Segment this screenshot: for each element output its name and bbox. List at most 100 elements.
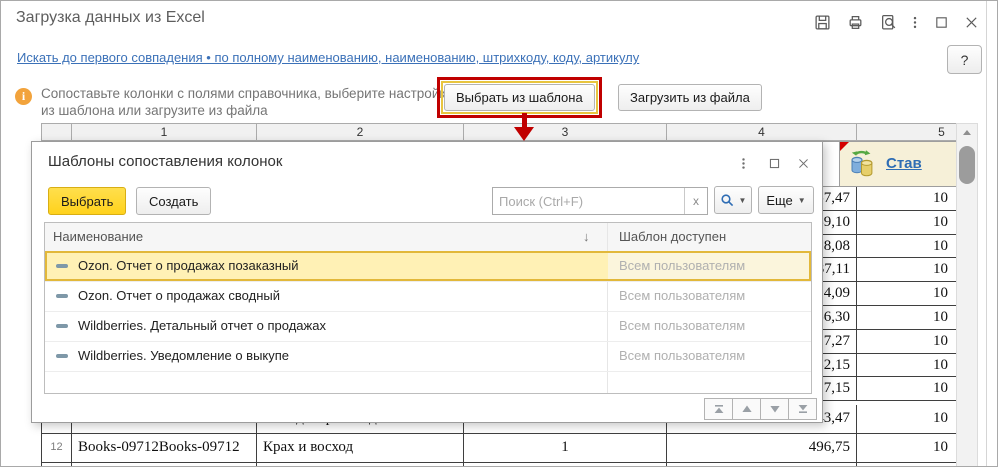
select-from-template-button[interactable]: Выбрать из шаблона — [444, 84, 595, 111]
rate-cell — [856, 463, 956, 466]
template-dash-icon — [56, 264, 68, 268]
search-clear-button[interactable]: x — [684, 188, 707, 214]
template-row-3[interactable]: Wildberries. Детальный отчет о продажах В… — [45, 311, 811, 342]
title-cell — [256, 463, 463, 466]
qty-cell: 1 — [463, 434, 666, 463]
go-first-icon — [714, 405, 723, 413]
sort-descending-icon: ↓ — [583, 229, 590, 244]
templates-table-header: Наименование ↓ Шаблон доступен — [45, 223, 811, 252]
preview-button[interactable] — [878, 12, 898, 32]
dialog-title: Шаблоны сопоставления колонок — [48, 153, 283, 170]
rate-cell: 10 — [856, 405, 956, 434]
template-name: Ozon. Отчет о продажах позаказный — [78, 258, 299, 273]
excel-import-window: Загрузка данных из Excel Искать до перво… — [0, 0, 998, 467]
maximize-button[interactable] — [931, 12, 951, 32]
print-button[interactable] — [845, 12, 865, 32]
more-icon — [913, 16, 917, 28]
template-name: Ozon. Отчет о продажах сводный — [78, 288, 280, 303]
search-input[interactable] — [493, 188, 679, 214]
qty-cell — [463, 463, 666, 466]
scrollbar-thumb[interactable] — [959, 146, 975, 184]
templates-table: Наименование ↓ Шаблон доступен Ozon. Отч… — [44, 222, 812, 394]
rownum-cell: 12 — [41, 434, 71, 463]
rate-cell: 10 — [856, 210, 956, 235]
page-title: Загрузка данных из Excel — [16, 9, 205, 26]
more-actions-button[interactable]: Еще ▼ — [758, 186, 814, 214]
search-options-button[interactable]: ▼ — [714, 186, 752, 214]
close-button[interactable] — [961, 12, 981, 32]
code-cell: Books-09712Books-09712 — [71, 434, 256, 463]
go-up-icon — [741, 405, 752, 412]
bg-column-header-4[interactable]: 4 — [666, 123, 857, 141]
scroll-up-icon[interactable] — [957, 124, 977, 140]
title-cell: Крах и восход — [256, 434, 463, 463]
bg-table-row[interactable]: 12 Books-09712Books-09712 Крах и восход 1 49… — [1, 434, 956, 463]
dialog-create-button[interactable]: Создать — [136, 187, 212, 215]
annotation-arrow — [522, 113, 527, 127]
template-name: Wildberries. Уведомление о выкупе — [78, 348, 290, 363]
search-field: x — [492, 187, 708, 215]
amount-cell — [666, 463, 856, 466]
rate-cell: 10 — [856, 353, 956, 378]
info-message: Сопоставьте колонки с полями справочника… — [41, 85, 452, 119]
more-menu-button[interactable] — [908, 12, 922, 32]
print-icon — [849, 15, 861, 29]
list-navigation — [704, 398, 817, 420]
dialog-select-button[interactable]: Выбрать — [48, 187, 127, 215]
access-column-header[interactable]: Шаблон доступен — [619, 223, 726, 251]
name-column-header[interactable]: Наименование — [53, 223, 143, 251]
template-dash-icon — [56, 324, 68, 328]
help-button[interactable]: ? — [947, 45, 982, 74]
bg-column-header-5[interactable]: 5 — [856, 123, 956, 141]
template-dash-icon — [56, 354, 68, 358]
template-row-4[interactable]: Wildberries. Уведомление о выкупе Всем по… — [45, 341, 811, 372]
rate-cell: 10 — [856, 306, 956, 330]
bg-column-header-1[interactable]: 1 — [71, 123, 257, 141]
code-cell — [71, 463, 256, 466]
go-first-button[interactable] — [704, 398, 733, 420]
template-row-1[interactable]: Ozon. Отчет о продажах позаказный Всем по… — [45, 251, 811, 282]
rate-cell: 10 — [856, 434, 956, 463]
rate-cell: 10 — [856, 282, 956, 306]
info-message-line2: из шаблона или загрузите из файла — [41, 103, 268, 118]
more-icon — [741, 157, 745, 169]
dialog-close-button[interactable] — [794, 154, 812, 172]
go-last-button[interactable] — [788, 398, 817, 420]
bg-column-header-3[interactable]: 3 — [463, 123, 667, 141]
info-icon: i — [15, 88, 32, 105]
load-from-file-button[interactable]: Загрузить из файла — [618, 84, 762, 111]
vertical-scrollbar[interactable] — [956, 123, 978, 466]
maximize-icon — [935, 16, 947, 28]
template-access: Всем пользователям — [619, 318, 746, 333]
bg-column-header-rownum[interactable] — [41, 123, 72, 141]
go-down-button[interactable] — [760, 398, 789, 420]
close-icon — [965, 16, 977, 28]
panel-separator — [986, 1, 987, 466]
template-access: Всем пользователям — [619, 258, 746, 273]
templates-dialog: Шаблоны сопоставления колонок Выбрать Со… — [31, 141, 823, 423]
search-mode-link[interactable]: Искать до первого совпадения • по полном… — [17, 50, 639, 65]
bg-table-row[interactable] — [1, 463, 956, 466]
amount-cell: 496,75 — [666, 434, 856, 463]
save-button[interactable] — [812, 12, 832, 32]
rate-cell: 10 — [856, 258, 956, 283]
mapped-column-cell[interactable]: Став — [839, 141, 956, 187]
database-sync-icon — [851, 150, 873, 177]
default-button-ring: Выбрать из шаблона — [441, 81, 598, 114]
go-last-icon — [798, 405, 807, 413]
rate-cell: 10 — [856, 329, 956, 354]
dialog-more-button[interactable] — [734, 154, 752, 172]
go-down-icon — [769, 406, 780, 413]
close-icon — [798, 158, 808, 168]
maximize-icon — [769, 158, 779, 168]
template-access: Всем пользователям — [619, 288, 746, 303]
bg-column-header-2[interactable]: 2 — [256, 123, 464, 141]
mapped-field-link[interactable]: Став — [886, 155, 922, 172]
template-row-2[interactable]: Ozon. Отчет о продажах сводный Всем польз… — [45, 281, 811, 312]
rate-cell: 10 — [856, 377, 956, 402]
rownum-cell — [41, 463, 71, 466]
template-dash-icon — [56, 294, 68, 298]
go-up-button[interactable] — [732, 398, 761, 420]
dialog-maximize-button[interactable] — [765, 154, 783, 172]
save-icon — [814, 14, 830, 30]
